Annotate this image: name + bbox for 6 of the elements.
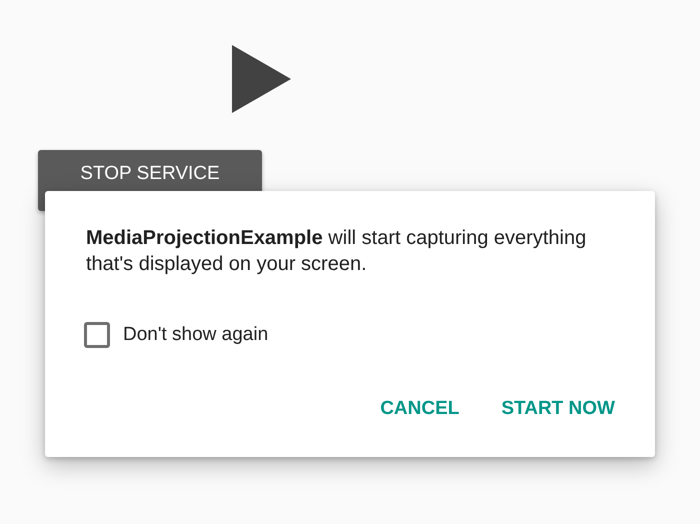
- checkbox[interactable]: [84, 322, 110, 348]
- dialog-action-button[interactable]: START NOW: [489, 392, 627, 426]
- dialog-action-button[interactable]: CANCEL: [368, 392, 472, 426]
- dialog-message: MediaProjectionExample will start capturing everything that's displayed on your screen.: [86, 226, 588, 277]
- checkbox-label[interactable]: Don't show again: [123, 324, 268, 346]
- play-icon[interactable]: [232, 45, 292, 113]
